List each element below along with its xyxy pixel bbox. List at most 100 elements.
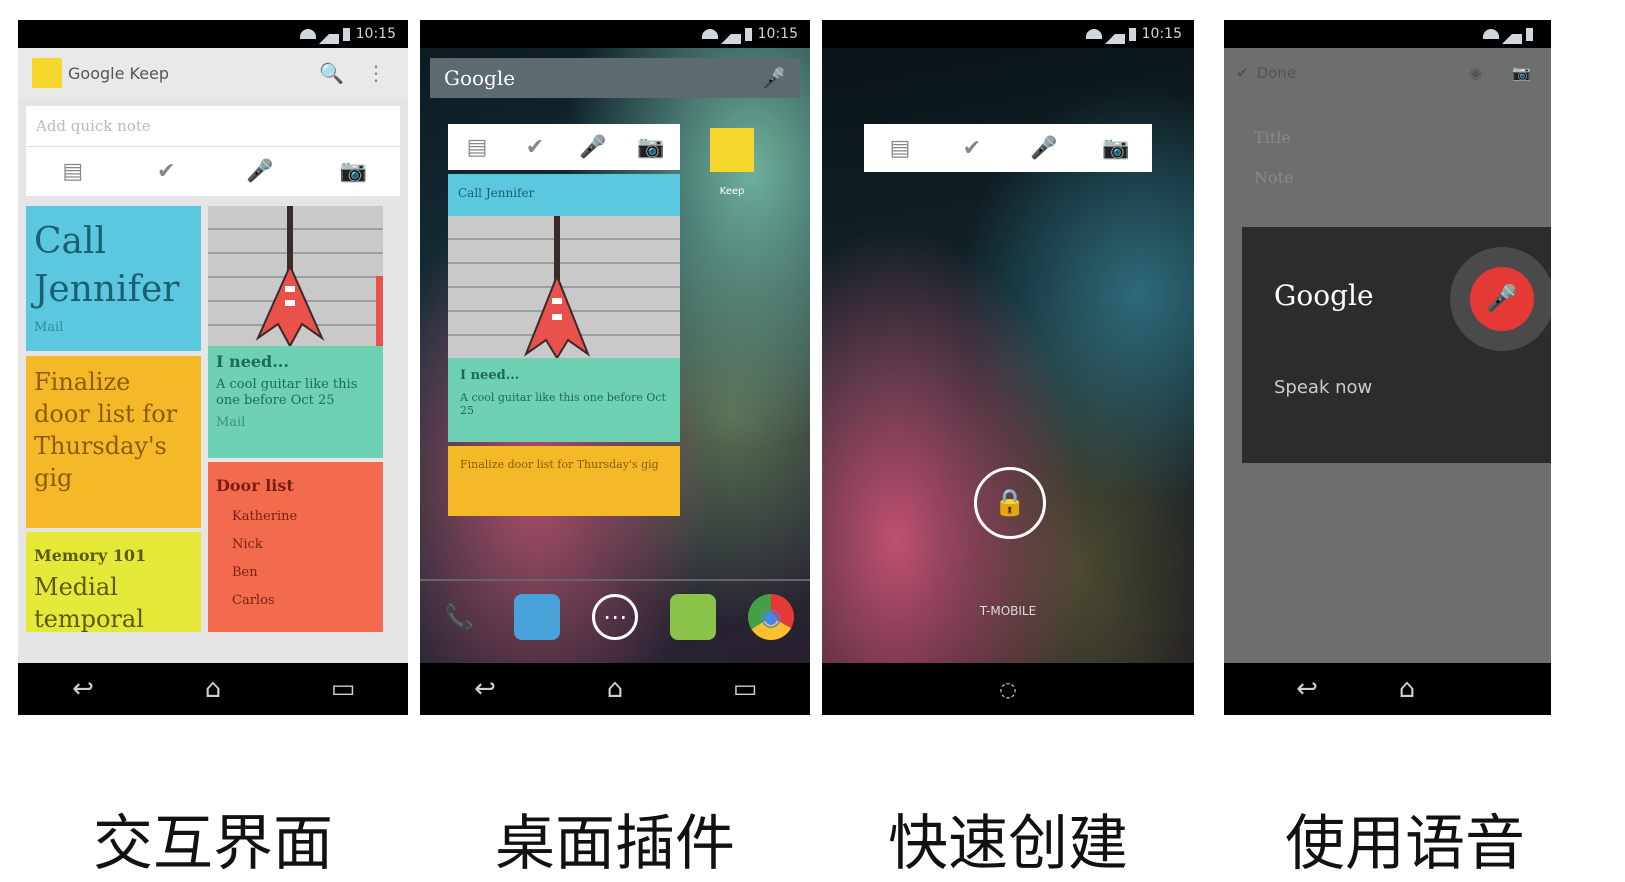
list-item: Katherine [232,509,298,524]
recent-apps-icon[interactable]: ▭ [318,674,368,704]
list-item: Ben [232,565,258,580]
note-title: I need... [460,368,520,383]
dock: 📞 ⋯ ◉ [420,579,810,653]
text-note-icon[interactable]: ▤ [457,135,497,160]
unlock-ring[interactable]: 🔒 [974,467,1046,539]
note-card-need[interactable]: I need... A cool guitar like this one be… [208,346,383,458]
messaging-icon[interactable] [670,594,716,640]
note-title: I need... [216,352,289,371]
screen-voice-input: ✔ Done ◉ 📷 Title Note Google Speak now 🎤… [1224,20,1551,715]
recent-apps-icon[interactable]: ▭ [720,674,770,704]
note-card-call[interactable]: Call Jennifer Mail [26,206,201,351]
keep-logo-icon [710,128,754,172]
keep-logo-icon [32,58,62,88]
checklist-icon[interactable]: ✔ [952,136,992,161]
widget-card-need[interactable]: I need... A cool guitar like this one be… [448,358,680,442]
voice-note-icon[interactable]: 🎤 [240,159,280,184]
voice-mic-button[interactable]: 🎤 [1450,247,1551,351]
camera-icon[interactable]: 📷 [1512,64,1531,82]
caption-widget: 桌面插件 [495,809,735,879]
action-bar: Google Keep 🔍 ⋮ [18,48,408,98]
home-dot-icon[interactable]: ◌ [983,677,1033,701]
title-field[interactable]: Title [1254,128,1291,147]
guitar-image [523,216,591,360]
battery-icon [1526,27,1533,41]
search-icon[interactable]: 🔍 [319,61,344,85]
note-card-finalize[interactable]: Finalize door list for Thursday's gig [26,356,201,528]
voice-note-icon[interactable]: 🎤 [1024,136,1064,161]
check-icon[interactable]: ✔ [1236,64,1249,82]
caption-voice: 使用语音 [1285,809,1525,879]
note-title: Door list [216,476,294,495]
voice-note-icon[interactable]: 🎤 [573,135,613,160]
note-text: Medial temporal [34,573,144,632]
wifi-icon [299,29,316,39]
overflow-menu-icon[interactable]: ⋮ [366,61,386,85]
screen-home-widget: 10:15 Google 🎤 ▤ ✔ 🎤 📷 Call Jennifer I n… [420,20,810,715]
widget-card-call[interactable]: Call Jennifer [448,174,680,216]
google-logo: Google [1274,279,1374,312]
google-logo: Google [444,66,516,90]
note-card-memory[interactable]: Memory 101 Medial temporal [26,532,201,632]
editor-action-bar: ✔ Done ◉ 📷 [1224,48,1551,98]
wifi-icon [1483,29,1499,39]
guitar-image [255,206,383,346]
text-note-icon[interactable]: ▤ [53,159,93,184]
caption-quick-create: 快速创建 [888,809,1128,879]
carrier-label: T-MOBILE [979,604,1037,618]
checklist-icon[interactable]: ✔ [515,135,555,160]
nav-bar: ↩ ⌂ ▭ [420,663,810,715]
camera-icon[interactable]: 📷 [631,135,671,160]
note-text: A cool guitar like this one before Oct 2… [460,391,666,417]
status-bar [1224,20,1551,48]
note-text: Finalize door list for Thursday's gig [34,368,178,492]
done-button[interactable]: Done [1257,64,1470,82]
quick-note-input[interactable]: Add quick note [26,106,400,147]
voice-search-dialog: Google Speak now 🎤 [1242,227,1551,463]
note-text: A cool guitar like this one before Oct 2… [216,377,358,408]
mic-icon[interactable]: 🎤 [761,66,786,90]
checklist-icon[interactable]: ✔ [146,159,186,184]
lock-icon: 🔒 [993,488,1027,518]
app-title: Google Keep [68,63,170,83]
note-text: Call Jennifer [34,221,180,310]
signal-icon [1502,24,1522,44]
note-meta: Mail [216,415,246,430]
lockscreen-keep-widget: ▤ ✔ 🎤 📷 [864,124,1152,172]
widget-image-guitar[interactable] [448,216,680,360]
note-field[interactable]: Note [1254,168,1294,187]
speak-now-label: Speak now [1274,377,1373,398]
home-icon[interactable]: ⌂ [590,674,640,704]
app-label: Keep [719,186,745,197]
status-time: 10:15 [355,26,396,42]
list-item: Carlos [232,593,275,608]
back-icon[interactable]: ↩ [1282,674,1332,704]
signal-icon [720,24,741,44]
screen-keep-app: 10:15 Google Keep 🔍 ⋮ Add quick note ▤ ✔… [18,20,408,715]
home-icon[interactable]: ⌂ [1382,674,1432,704]
battery-icon [744,27,752,41]
wifi-icon [1085,29,1102,39]
camera-icon[interactable]: 📷 [1096,136,1136,161]
back-icon[interactable]: ↩ [460,674,510,704]
note-card-door-list[interactable]: Door list Katherine Nick Ben Carlos [208,462,383,632]
status-bar: 10:15 [18,20,408,48]
note-meta: Mail [34,320,64,335]
google-search-bar[interactable]: Google 🎤 [430,58,800,98]
note-image-guitar[interactable] [208,206,383,346]
app-drawer-icon[interactable]: ⋯ [592,594,638,640]
camera-icon[interactable]: 📷 [333,159,373,184]
back-icon[interactable]: ↩ [58,674,108,704]
text-note-icon[interactable]: ▤ [880,136,920,161]
nav-bar: ↩ ⌂ ▭ [18,663,408,715]
chrome-icon[interactable]: ◉ [748,594,794,640]
list-item: Nick [232,537,263,552]
palette-icon[interactable]: ◉ [1469,64,1482,82]
keep-app-shortcut[interactable]: Keep [710,128,754,197]
note-title: Memory 101 [34,546,147,565]
widget-card-finalize[interactable]: Finalize door list for Thursday's gig [448,446,680,516]
status-time: 10:15 [1141,26,1182,42]
phone-icon[interactable]: 📞 [436,594,482,640]
home-icon[interactable]: ⌂ [188,674,238,704]
contacts-icon[interactable] [514,594,560,640]
